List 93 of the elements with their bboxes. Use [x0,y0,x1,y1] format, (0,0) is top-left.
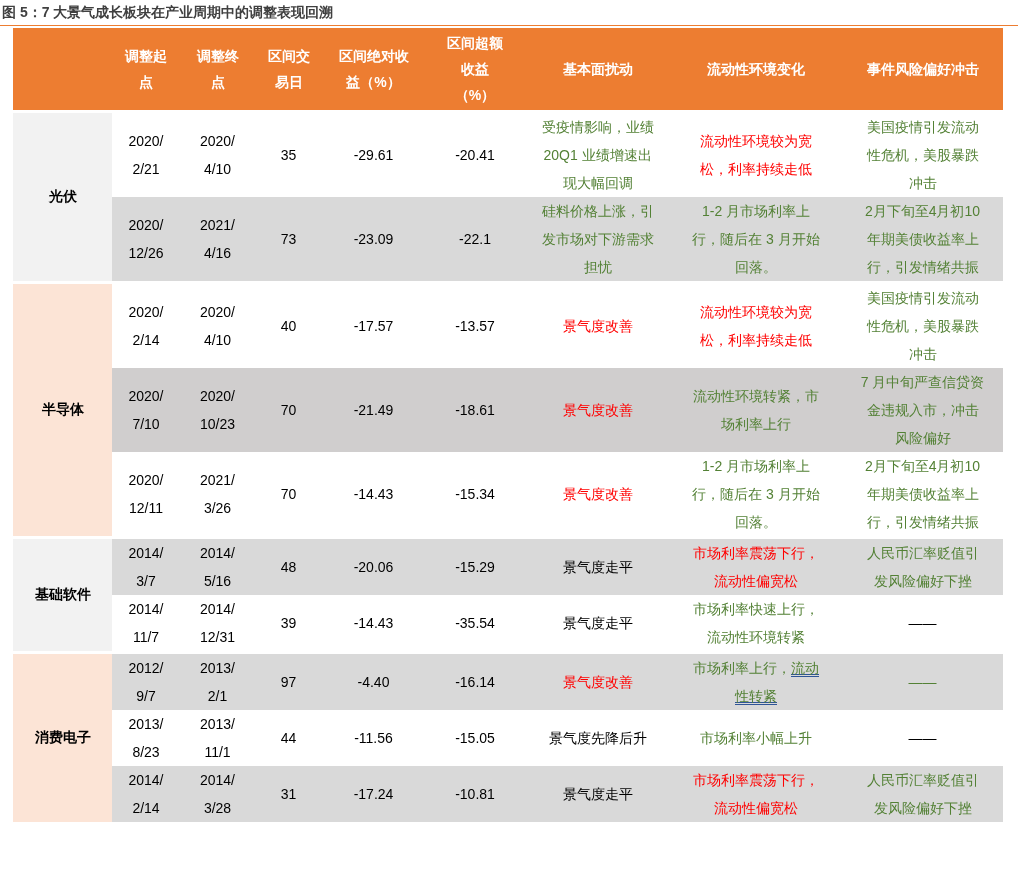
table-cell-text: -20.06 [353,558,394,577]
table-cell-text: -20.41 [455,146,495,165]
table-cell-text: 44 [280,729,297,748]
table-cell-text: 景气度改善 [562,317,633,336]
column-header: 区间超额收益（%） [446,34,504,105]
table-cell-text: -10.81 [455,785,495,804]
table-cell-text: 70 [280,485,297,504]
table-cell-text: 市场利率小幅上升 [700,729,812,748]
table-cell-text: -18.61 [455,401,495,420]
table-cell-text: 市场利率震荡下行，流动性偏宽松 [692,771,820,818]
table-cell-text: 2014/2/14 [127,771,165,818]
table-cell-text: 2021/4/16 [198,216,236,263]
table-cell-text: 2020/2/14 [127,303,165,350]
table-cell-text: 硅料价格上涨，引发市场对下游需求担忧 [540,202,655,277]
table-cell-text: 2013/2/1 [198,659,236,706]
table-cell-text: 2020/10/23 [198,387,236,434]
column-header: 区间绝对收益（%） [337,47,410,92]
table-cell-text: 2014/3/28 [198,771,236,818]
table-cell-text: 1-2 月市场利率上行，随后在 3 月开始回落。 [692,202,820,277]
table-cell-text: 35 [280,146,297,165]
table-cell-text: -14.43 [353,614,394,633]
column-header: 调整终点 [195,47,240,92]
table-cell-text: 2020/12/11 [127,471,165,518]
table-cell-text: 2014/11/7 [127,600,165,647]
table-cell-text: 人民币汇率贬值引发风险偏好下挫 [865,771,980,818]
table-cell-text: 2020/4/10 [198,303,236,350]
table-cell-text: -4.40 [357,673,390,692]
column-header: 区间交易日 [266,47,311,92]
table-cell-text: 美国疫情引发流动性危机，美股暴跌冲击 [865,118,980,193]
table-cell-text: 1-2 月市场利率上行，随后在 3 月开始回落。 [692,457,820,532]
column-header: 调整起点 [123,47,168,92]
table-cell-text: 2021/3/26 [198,471,236,518]
sector-cell: 光伏 [13,113,112,281]
table-cell-text: 景气度走平 [562,558,633,577]
table-cell-text: 2020/12/26 [127,216,165,263]
table-cell-text: -13.57 [455,317,495,336]
table-cell-text: 7 月中旬严查信贷资金违规入市，冲击风险偏好 [860,373,985,448]
table-cell-text: 31 [280,785,297,804]
table-cell-text: 景气度改善 [562,485,633,504]
table-cell-text: 流动性环境转紧，市场利率上行 [692,387,820,434]
table-cell-text: 受疫情影响，业绩20Q1 业绩增速出现大幅回调 [540,118,655,193]
table-cell-text: -15.29 [455,558,495,577]
table-cell-text: 市场利率上行，流动性转紧 [692,659,820,706]
table-cell-text: 2012/9/7 [127,659,165,706]
column-header: 流动性环境变化 [706,60,806,79]
table-cell-text: 97 [280,673,297,692]
table-cell-text: 70 [280,401,297,420]
table-cell-text: 市场利率震荡下行，流动性偏宽松 [692,544,820,591]
table-cell-text: 2020/2/21 [127,132,165,179]
table-cell-text: 2月下旬至4月初10年期美债收益率上行，引发情绪共振 [863,457,982,532]
table-cell-text: —— [908,614,937,633]
table-cell-text: -15.34 [455,485,495,504]
table-cell-text: 市场利率快速上行，流动性环境转紧 [692,600,820,647]
table-cell-text: -21.49 [353,401,394,420]
table-cell-text: 人民币汇率贬值引发风险偏好下挫 [865,544,980,591]
figure-title: 图 5：7 大景气成长板块在产业周期中的调整表现回溯 [0,0,1018,26]
table-cell-text: -22.1 [459,230,491,249]
table-cell-text: 2020/7/10 [127,387,165,434]
table-cell-text: -16.14 [455,673,495,692]
table-cell-text: -15.05 [455,729,495,748]
column-header: 事件风险偏好冲击 [865,60,980,79]
table-cell-text: 48 [280,558,297,577]
table-cell-text: 2013/8/23 [127,715,165,762]
table-cell-text: 2月下旬至4月初10年期美债收益率上行，引发情绪共振 [863,202,982,277]
table-cell-text: 2020/4/10 [198,132,236,179]
table-cell-text: 2014/12/31 [198,600,236,647]
table-cell-text: -29.61 [353,146,394,165]
table-cell-text: 美国疫情引发流动性危机，美股暴跌冲击 [865,289,980,364]
sector-cell: 消费电子 [13,654,112,822]
table-cell-text: 2013/11/1 [198,715,236,762]
table-cell-text: 景气度走平 [562,785,633,804]
table-cell-text: -35.54 [455,614,495,633]
sector-cell: 基础软件 [13,539,112,651]
table-cell-text: 流动性环境较为宽松，利率持续走低 [699,132,813,179]
table-cell-text: 2014/3/7 [127,544,165,591]
table-cell-text: -17.57 [353,317,394,336]
table-cell-text: 景气度改善 [562,401,633,420]
table-cell-text: -14.43 [353,485,394,504]
table-cell-text: -23.09 [353,230,394,249]
table-cell-text: 39 [280,614,297,633]
table-cell-text: 景气度走平 [562,614,633,633]
table-cell-text: 73 [280,230,297,249]
table-cell-text: 40 [280,317,297,336]
column-header: 基本面扰动 [561,60,634,79]
table-cell-text: 景气度先降后升 [548,729,647,748]
sector-cell: 半导体 [13,284,112,536]
table-cell-text: 景气度改善 [562,673,633,692]
table-cell-text: 流动性环境较为宽松，利率持续走低 [699,303,813,350]
table-cell-text: -11.56 [354,729,393,748]
table-cell-text: —— [908,673,937,692]
table-cell-text: —— [908,729,937,748]
table-cell-text: -17.24 [353,785,394,804]
table-cell-text: 2014/5/16 [198,544,236,591]
